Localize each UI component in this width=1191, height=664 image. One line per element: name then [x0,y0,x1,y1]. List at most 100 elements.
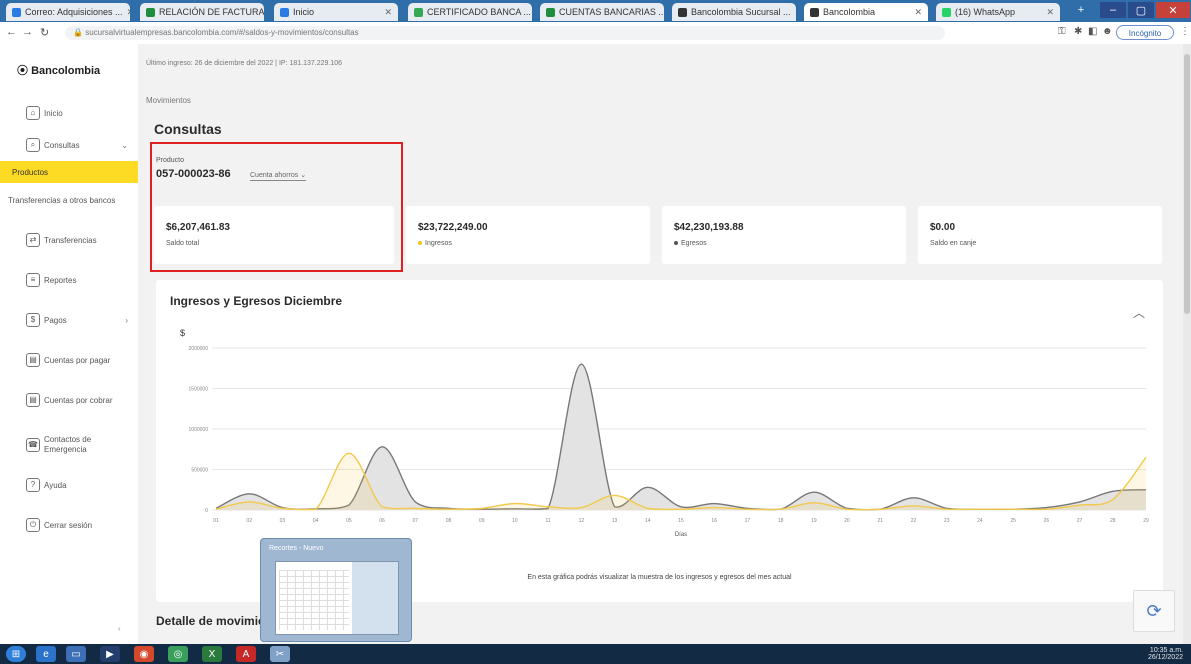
profile-icon[interactable]: ☻ [1102,26,1113,37]
close-icon[interactable]: ✕ [910,7,922,18]
snipping-tool-icon[interactable]: ✂ [270,646,290,662]
y-axis-label: $ [180,328,185,338]
x-tick-label: 28 [1110,518,1116,524]
key-icon[interactable]: ⚿ [1058,26,1066,37]
brand-logo[interactable]: ⦿ Bancolombia [17,62,100,78]
close-icon[interactable]: ✕ [380,7,392,18]
y-tick-label: 1000000 [189,427,209,433]
menu-icon[interactable]: ⋮ [1180,26,1190,37]
sheets-icon [546,7,555,17]
close-icon[interactable]: ✕ [791,7,796,18]
popup-title: Recortes - Nuevo [269,545,324,552]
sidebar: ⦿ Bancolombia ⌂ Inicio ⌕ Consultas ⌄ Produc… [0,44,139,644]
sidebar-collapse-icon[interactable]: ‹ [118,624,121,633]
sidebar-item-ayuda[interactable]: ? Ayuda [0,474,138,496]
media-icon[interactable]: ▶ [100,646,120,662]
system-tray[interactable]: 10:35 a.m. 26/12/2022 [1148,647,1183,661]
close-icon[interactable]: ✕ [1042,7,1054,18]
x-tick-label: 10 [512,518,518,524]
x-tick-label: 21 [878,518,884,524]
sidebar-item-productos[interactable]: Productos [0,161,138,183]
x-tick-label: 18 [778,518,784,524]
sidebar-item-pagos[interactable]: $ Pagos › [0,309,138,331]
forward-icon[interactable]: → [22,26,33,38]
bank-icon [678,7,687,17]
series-area-ingresos [216,453,1146,510]
ie-icon[interactable]: e [36,646,56,662]
x-tick-label: 20 [844,518,850,524]
x-tick-label: 02 [246,518,252,524]
browser-tab[interactable]: CUENTAS BANCARIAS ...✕ [540,3,664,21]
taskbar: ⊞ e ▭ ▶ ◉ ◎ X A ✂ 10:35 a.m. 26/12/2022 [0,644,1191,664]
card-amount: $0.00 [930,222,956,233]
bancolombia-logo-icon: ⦿ [17,65,32,77]
x-tick-label: 01 [213,518,219,524]
start-button-icon[interactable]: ⊞ [6,646,26,662]
back-icon[interactable]: ← [6,26,17,38]
preview-panel [352,562,398,634]
browser-tab[interactable]: Correo: Adquisiciones ...✕ [6,3,130,21]
sidebar-item-cuentas-por-cobrar[interactable]: ▤ Cuentas por cobrar [0,389,138,411]
x-tick-label: 17 [745,518,751,524]
x-tick-label: 14 [645,518,651,524]
excel-icon[interactable]: X [202,646,222,662]
x-tick-label: 09 [479,518,485,524]
x-tick-label: 13 [612,518,618,524]
folder-icon[interactable]: ▭ [66,646,86,662]
y-tick-label: 500000 [191,468,208,474]
close-icon[interactable]: ✕ [123,7,130,18]
browser-tab[interactable]: (16) WhatsApp ✕ [936,3,1060,21]
acrobat-icon[interactable]: A [236,646,256,662]
sidepanel-icon[interactable]: ◧ [1088,26,1097,37]
browser-tab[interactable]: RELACIÓN DE FACTURAS ...✕ [140,3,264,21]
lock-icon: 🔒 [73,28,86,37]
x-tick-label: 07 [413,518,419,524]
sidebar-item-transferencias-otros-bancos[interactable]: Transferencias a otros bancos [0,189,138,211]
browser-tab[interactable]: Bancolombia Sucursal ...✕ [672,3,796,21]
sidebar-item-consultas[interactable]: ⌕ Consultas ⌄ [0,134,138,156]
annotation-highlight-box [150,142,403,272]
scrollbar-thumb[interactable] [1184,54,1190,314]
minimize-button[interactable]: – [1100,2,1126,18]
sidebar-item-contactos-emergencia[interactable]: ☎ Contactos de Emergencia [0,430,138,460]
close-icon[interactable]: ✕ [531,7,532,18]
x-tick-label: 06 [379,518,385,524]
x-tick-label: 23 [944,518,950,524]
x-tick-label: 29 [1143,518,1149,524]
sidebar-item-cuentas-por-pagar[interactable]: ▤ Cuentas por pagar [0,349,138,371]
x-tick-label: 05 [346,518,352,524]
breadcrumb[interactable]: Movimientos [146,96,191,105]
address-bar[interactable]: 🔒 sucursalvirtualempresas.bancolombia.co… [65,26,945,40]
x-axis-label: Días [675,532,687,538]
recaptcha-icon[interactable]: ⟳ [1133,590,1175,632]
sidebar-item-transferencias[interactable]: ⇄ Transferencias [0,229,138,251]
maximize-button[interactable]: ▢ [1128,2,1154,18]
x-tick-label: 12 [579,518,585,524]
profile-button[interactable]: Incógnito [1116,25,1174,40]
card-label: Saldo en canje [930,240,977,247]
clock-date: 26/12/2022 [1147,654,1183,661]
extensions-icon[interactable]: ✱ [1074,26,1082,37]
snipping-tool-preview[interactable]: Recortes - Nuevo [260,538,412,642]
x-tick-label: 24 [977,518,983,524]
mail-icon [12,7,21,17]
balance-card-saldo-canje: $0.00 Saldo en canje [918,206,1162,264]
office-icon[interactable]: ◉ [134,646,154,662]
report-icon: ≡ [26,273,40,287]
browser-tab[interactable]: Inicio ✕ [274,3,398,21]
logout-icon: ⏻ [26,518,40,532]
vertical-scrollbar[interactable] [1183,44,1191,644]
chrome-icon[interactable]: ◎ [168,646,188,662]
search-icon: ⌕ [26,138,40,152]
new-tab-button[interactable]: + [1068,2,1094,18]
sidebar-item-cerrar-sesion[interactable]: ⏻ Cerrar sesión [0,514,138,536]
sidebar-item-reportes[interactable]: ≡ Reportes [0,269,138,291]
browser-tab-bar: Correo: Adquisiciones ...✕ RELACIÓN DE F… [0,0,1191,22]
browser-tab[interactable]: CERTIFICADO BANCA ...✕ [408,3,532,21]
browser-tab-active[interactable]: Bancolombia ✕ [804,3,928,21]
sidebar-item-inicio[interactable]: ⌂ Inicio [0,102,138,124]
x-tick-label: 11 [546,518,551,524]
reload-icon[interactable]: ↻ [40,26,49,39]
preview-grid [279,570,349,630]
close-window-button[interactable]: ✕ [1156,2,1190,18]
